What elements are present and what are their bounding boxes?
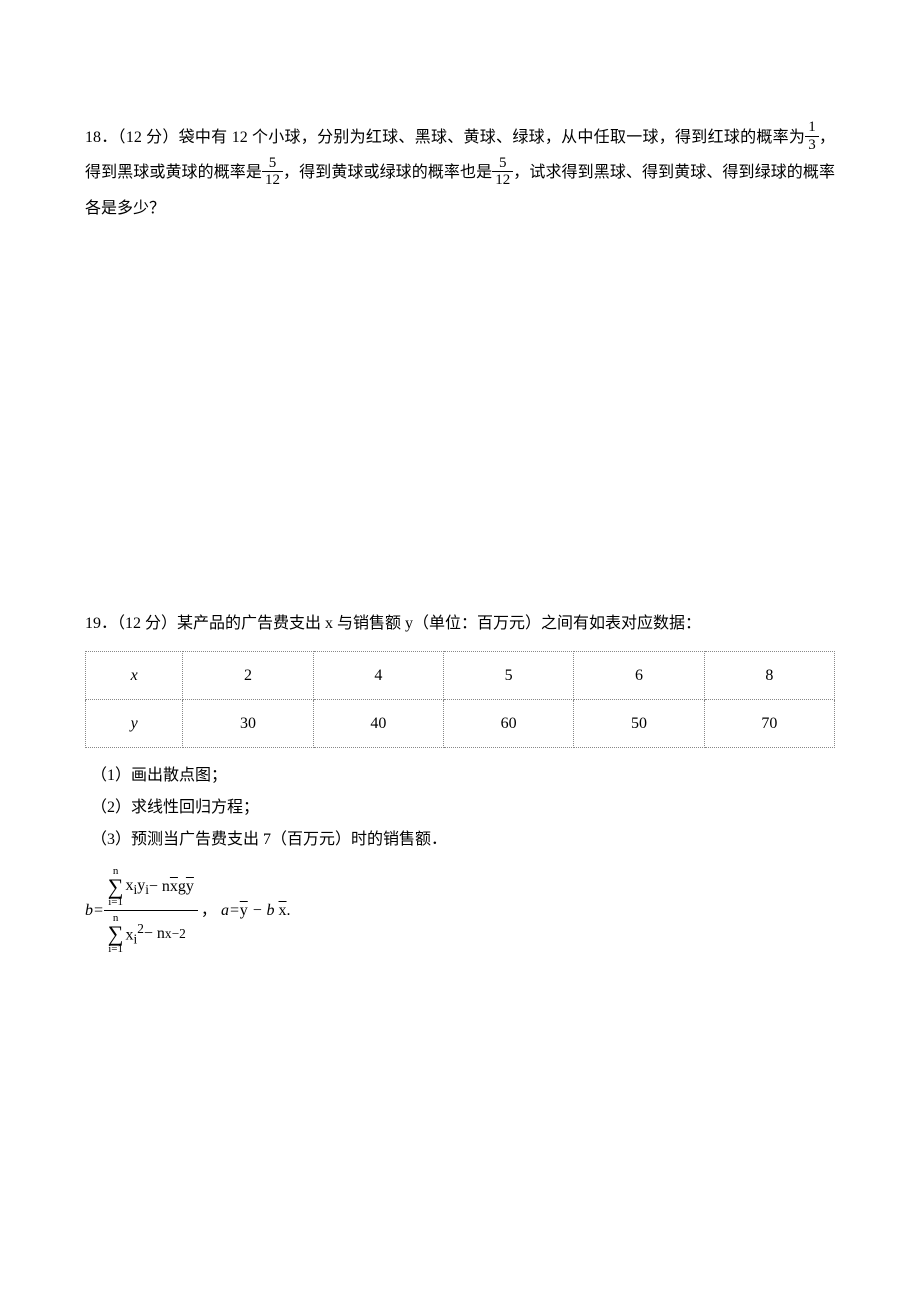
x-bar: x <box>170 879 178 895</box>
table-cell: 30 <box>183 700 313 748</box>
sigma-symbol: ∑ <box>108 924 124 944</box>
table-header-y: y <box>86 700 183 748</box>
table-row: x 2 4 5 6 8 <box>86 652 835 700</box>
sigma-bot: i=1 <box>108 944 124 955</box>
y-bar: y <box>186 879 194 895</box>
frac-num: 5 <box>492 155 513 173</box>
blank-workspace <box>85 236 835 606</box>
p18-text-3: ，得到黄球或绿球的概率也是 <box>283 164 492 181</box>
y: y <box>137 877 145 894</box>
table-cell: 4 <box>313 652 443 700</box>
b-equals: b= <box>85 893 104 928</box>
table-cell: 6 <box>574 652 704 700</box>
big-fraction: n ∑ i=1 xiyi − n x g y n ∑ i=1 xi2 − nx … <box>104 866 198 955</box>
fraction-5-12-a: 512 <box>262 155 283 189</box>
problem-18: 18．（12 分）袋中有 12 个小球，分别为红球、黑球、黄球、绿球，从中任取一… <box>85 120 835 226</box>
numerator: n ∑ i=1 xiyi − n x g y <box>104 866 198 908</box>
a-equals: a= <box>221 902 240 919</box>
fraction-1-3: 13 <box>805 119 819 153</box>
y-bar: y <box>240 893 248 928</box>
table-header-x: x <box>86 652 183 700</box>
g-text: g <box>178 879 186 895</box>
sigma-bot: i=1 <box>108 897 124 908</box>
denominator: n ∑ i=1 xi2 − nx −2 <box>104 913 198 955</box>
subpart-3: （3）预测当广告费支出 7（百万元）时的销售额． <box>91 824 835 856</box>
problem-19-intro: 19．（12 分）某产品的广告费支出 x 与销售额 y（单位：百万元）之间有如表… <box>85 606 835 641</box>
neg-2: −2 <box>172 927 186 940</box>
frac-den: 12 <box>492 172 513 189</box>
table-cell: 5 <box>444 652 574 700</box>
minus-n: − n <box>149 879 170 895</box>
table-cell: 60 <box>444 700 574 748</box>
table-cell: 70 <box>704 700 834 748</box>
subpart-2: （2）求线性回归方程； <box>91 792 835 824</box>
table-cell: 50 <box>574 700 704 748</box>
formula-rest: ， a=y − b x. <box>201 893 291 928</box>
sigma-icon: n ∑ i=1 <box>108 913 124 955</box>
regression-formula: b= n ∑ i=1 xiyi − n x g y n ∑ i=1 xi2 <box>85 866 835 955</box>
num-term: xiyi <box>125 878 148 897</box>
minus-b: − b <box>248 902 279 919</box>
table-row: y 30 40 60 50 70 <box>86 700 835 748</box>
den-term: xi2 <box>125 922 143 946</box>
comma: ， <box>201 902 217 919</box>
frac-num: 5 <box>262 155 283 173</box>
fraction-bar <box>104 910 198 911</box>
frac-num: 1 <box>805 119 819 137</box>
fraction-5-12-b: 512 <box>492 155 513 189</box>
sigma-icon: n ∑ i=1 <box>108 866 124 908</box>
sigma-symbol: ∑ <box>108 877 124 897</box>
table-cell: 8 <box>704 652 834 700</box>
x-bar: x <box>279 893 287 928</box>
p18-text-1: 18．（12 分）袋中有 12 个小球，分别为红球、黑球、黄球、绿球，从中任取一… <box>85 129 805 146</box>
data-table: x 2 4 5 6 8 y 30 40 60 50 70 <box>85 651 835 748</box>
subpart-1: （1）画出散点图； <box>91 760 835 792</box>
minus-n: − n <box>144 926 165 942</box>
table-cell: 40 <box>313 700 443 748</box>
sub-x: x <box>165 927 172 940</box>
period: . <box>287 902 291 919</box>
table-cell: 2 <box>183 652 313 700</box>
frac-den: 12 <box>262 172 283 189</box>
sq: 2 <box>137 921 144 936</box>
frac-den: 3 <box>805 137 819 154</box>
